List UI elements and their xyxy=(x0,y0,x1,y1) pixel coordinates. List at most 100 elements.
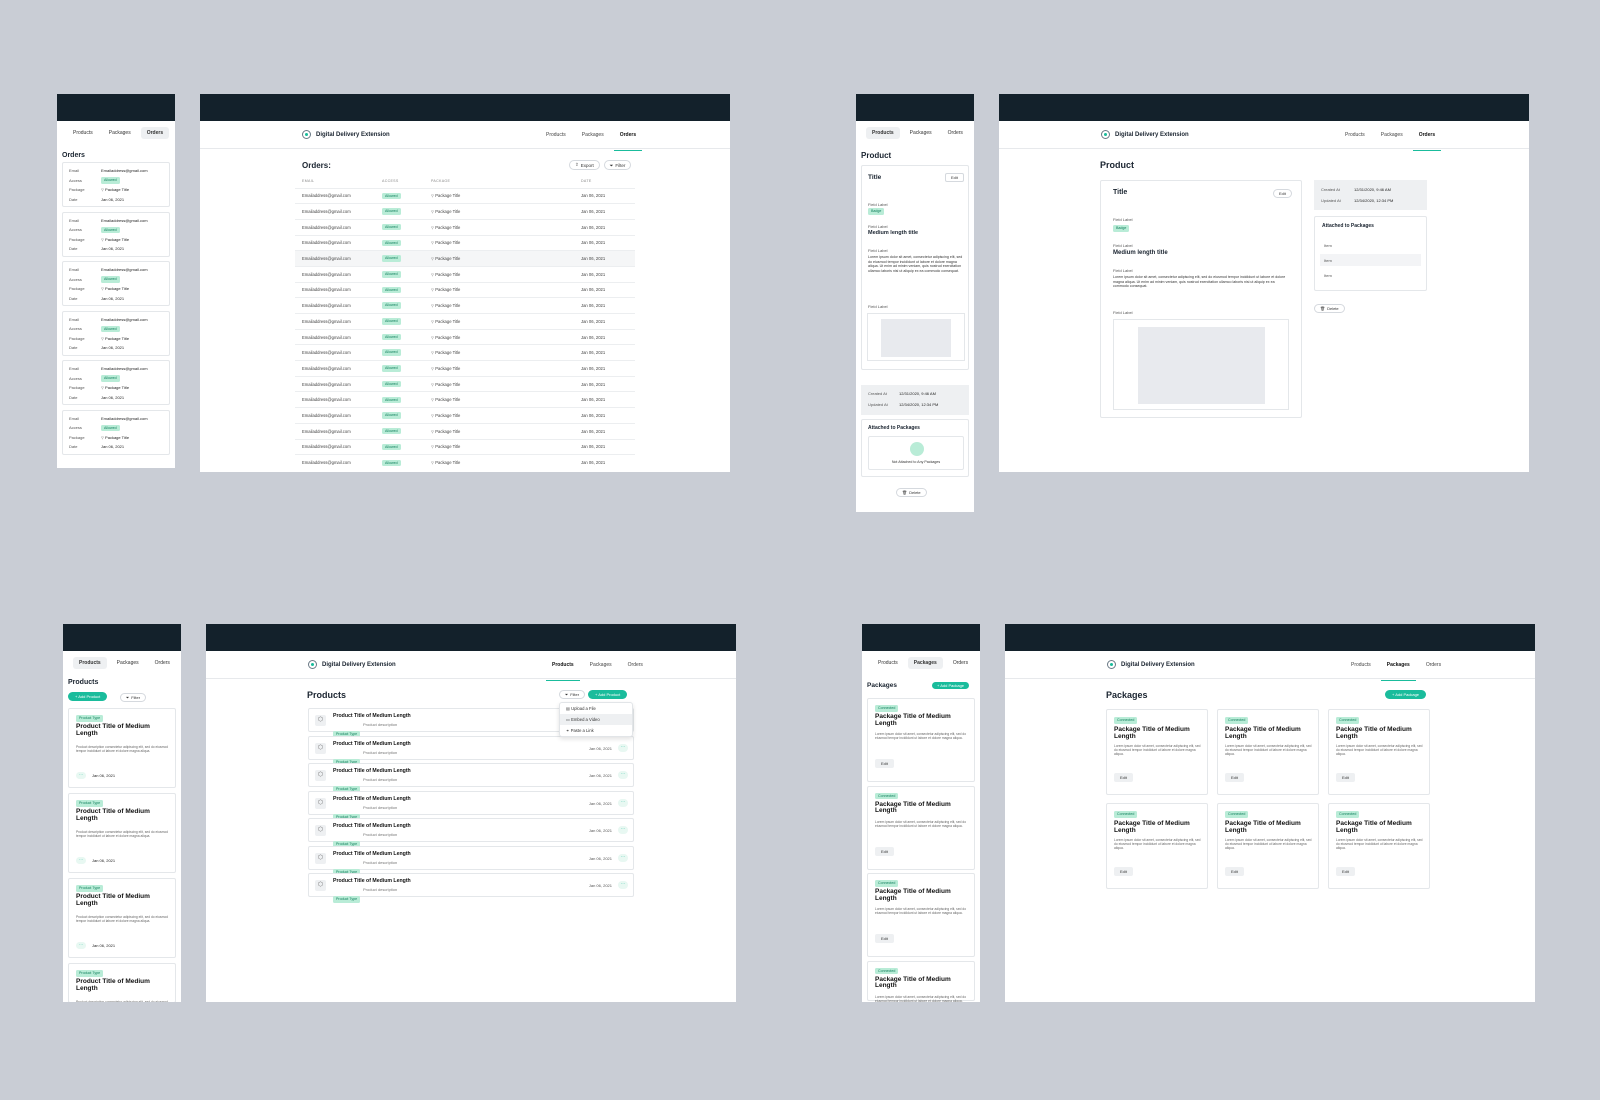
package-card[interactable]: Connected Package Title of Medium Length L… xyxy=(867,785,975,870)
tab-packages[interactable]: Packages xyxy=(103,127,137,139)
table-row[interactable]: Emailaddress@gmail.com Allowed ⚲ Package T… xyxy=(295,422,635,439)
edit-button[interactable]: Edit xyxy=(945,173,964,182)
product-row[interactable]: ⬡ Product Title of Medium Length Product T… xyxy=(308,845,634,875)
table-row[interactable]: Emailaddress@gmail.com Allowed ⚲ Package T… xyxy=(295,438,635,455)
product-card[interactable]: Product Type Product Title of Medium Leng… xyxy=(68,793,176,873)
edit-button[interactable]: Edit xyxy=(875,934,894,943)
package-card[interactable]: Connected Package Title of Medium Length L… xyxy=(1106,709,1208,795)
tab-products[interactable]: Products xyxy=(866,127,900,139)
table-row[interactable]: Emailaddress@gmail.com Allowed ⚲ Package T… xyxy=(295,265,635,283)
order-card[interactable]: Email Emailaddress@gmail.com Access Allowed… xyxy=(62,211,170,257)
add-package-button[interactable]: + Add Package xyxy=(1385,690,1427,699)
tab-products[interactable]: Products xyxy=(1351,662,1371,672)
tab-packages[interactable]: Packages xyxy=(907,657,943,669)
edit-button[interactable]: Edit xyxy=(1273,189,1292,198)
tab-orders[interactable]: Orders xyxy=(149,657,176,669)
edit-button[interactable]: Edit xyxy=(875,846,894,856)
media-preview[interactable] xyxy=(867,313,965,361)
add-package-button[interactable]: + Add Package xyxy=(932,682,970,689)
product-card[interactable]: Product Type Product Title of Medium Leng… xyxy=(68,708,176,788)
tab-packages[interactable]: Packages xyxy=(904,127,938,139)
table-row[interactable]: Emailaddress@gmail.com Allowed ⚲ Package T… xyxy=(295,297,635,314)
table-row[interactable]: Emailaddress@gmail.com Allowed ⚲ Package T… xyxy=(295,203,635,220)
order-card[interactable]: Email Emailaddress@gmail.com Access Allowed… xyxy=(62,409,170,455)
add-product-button[interactable]: + Add Product xyxy=(68,692,108,701)
product-row[interactable]: ⬡ Product Title of Medium Length Product T… xyxy=(308,735,634,765)
package-card[interactable]: Connected Package Title of Medium Length L… xyxy=(1328,803,1430,889)
more-dots-icon[interactable]: ··· xyxy=(618,771,628,779)
product-card[interactable]: Product Type Product Title of Medium Leng… xyxy=(68,963,176,1002)
tab-packages[interactable]: Packages xyxy=(582,132,604,142)
filter-button[interactable]: ⏷ Filter xyxy=(559,690,586,699)
more-dots-icon[interactable]: ··· xyxy=(76,772,86,779)
menu-item-upload[interactable]: ▤ Upload a File xyxy=(560,703,632,714)
edit-button[interactable]: Edit xyxy=(1336,867,1355,876)
package-card[interactable]: Connected Package Title of Medium Length L… xyxy=(867,698,975,782)
product-row[interactable]: ⬡ Product Title of Medium Length Product T… xyxy=(308,873,634,903)
package-card[interactable]: Connected Package Title of Medium Length L… xyxy=(867,960,975,1002)
product-card[interactable]: Product Type Product Title of Medium Leng… xyxy=(68,878,176,958)
table-row[interactable]: Emailaddress@gmail.com Allowed ⚲ Package T… xyxy=(295,360,635,377)
add-product-button[interactable]: + Add Product xyxy=(588,690,628,699)
table-row[interactable]: Emailaddress@gmail.com Allowed ⚲ Package T… xyxy=(295,407,635,424)
more-dots-icon[interactable]: ··· xyxy=(618,853,628,862)
more-dots-icon[interactable]: ··· xyxy=(76,942,86,949)
order-card[interactable]: Email Emailaddress@gmail.com Access Allowed… xyxy=(62,360,170,405)
table-row[interactable]: Emailaddress@gmail.com Allowed ⚲ Package T… xyxy=(295,328,635,345)
tab-products[interactable]: Products xyxy=(1345,132,1365,142)
tab-orders[interactable]: Orders xyxy=(1412,132,1442,151)
product-row[interactable]: ⬡ Product Title of Medium Length Product T… xyxy=(308,790,634,820)
table-row[interactable]: Emailaddress@gmail.com Allowed ⚲ Package T… xyxy=(295,218,635,236)
media-preview[interactable] xyxy=(1113,319,1289,410)
filter-button[interactable]: ⏷ Filter xyxy=(603,160,632,170)
more-dots-icon[interactable]: ··· xyxy=(618,743,628,752)
order-card[interactable]: Email Emailaddress@gmail.com Access Allowed… xyxy=(62,162,170,207)
tab-packages[interactable]: Packages xyxy=(1381,132,1403,142)
filter-button[interactable]: ⏷ Filter xyxy=(120,693,147,702)
tab-products[interactable]: Products xyxy=(872,657,904,669)
attached-item[interactable]: Item xyxy=(1320,269,1421,281)
table-row[interactable]: Emailaddress@gmail.com Allowed ⚲ Package T… xyxy=(295,234,635,251)
tab-products[interactable]: Products xyxy=(546,662,580,681)
tab-packages[interactable]: Packages xyxy=(111,657,145,669)
tab-packages[interactable]: Packages xyxy=(1380,662,1416,681)
tab-orders[interactable]: Orders xyxy=(947,657,974,669)
tab-packages[interactable]: Packages xyxy=(590,662,612,672)
table-row[interactable]: Emailaddress@gmail.com Allowed ⚲ Package T… xyxy=(295,454,635,471)
table-row[interactable]: Emailaddress@gmail.com Allowed ⚲ Package T… xyxy=(295,250,635,267)
table-row[interactable]: Emailaddress@gmail.com Allowed ⚲ Package T… xyxy=(295,187,635,204)
tab-orders[interactable]: Orders xyxy=(628,662,643,672)
tab-orders[interactable]: Orders xyxy=(1426,662,1441,672)
table-row[interactable]: Emailaddress@gmail.com Allowed ⚲ Package T… xyxy=(295,391,635,408)
edit-button[interactable]: Edit xyxy=(1114,867,1133,876)
edit-button[interactable]: Edit xyxy=(875,759,894,768)
more-dots-icon[interactable]: ··· xyxy=(618,826,628,834)
table-row[interactable]: Emailaddress@gmail.com Allowed ⚲ Package T… xyxy=(295,375,635,392)
tab-orders[interactable]: Orders xyxy=(140,127,170,139)
menu-item-link[interactable]: ⚭ Paste a Link xyxy=(560,725,632,736)
product-row[interactable]: ⬡ Product Title of Medium Length Product T… xyxy=(308,763,634,793)
table-row[interactable]: Emailaddress@gmail.com Allowed ⚲ Package T… xyxy=(295,344,635,361)
tab-products[interactable]: Products xyxy=(73,657,107,669)
package-card[interactable]: Connected Package Title of Medium Length L… xyxy=(1217,709,1319,795)
package-card[interactable]: Connected Package Title of Medium Length L… xyxy=(1328,709,1430,795)
tab-products[interactable]: Products xyxy=(546,132,566,142)
edit-button[interactable]: Edit xyxy=(1225,867,1244,876)
table-row[interactable]: Emailaddress@gmail.com Allowed ⚲ Package T… xyxy=(295,313,635,330)
edit-button[interactable]: Edit xyxy=(1336,773,1355,782)
menu-item-embed[interactable]: ▭ Embed a Video xyxy=(560,714,632,725)
delete-button[interactable]: 🗑 Delete xyxy=(896,488,927,497)
more-dots-icon[interactable]: ··· xyxy=(618,798,628,807)
edit-button[interactable]: Edit xyxy=(1114,773,1133,782)
package-card[interactable]: Connected Package Title of Medium Length L… xyxy=(1106,803,1208,889)
edit-button[interactable]: Edit xyxy=(1225,773,1244,782)
more-dots-icon[interactable]: ··· xyxy=(76,857,86,864)
attached-item[interactable]: Item xyxy=(1320,239,1421,251)
tab-orders[interactable]: Orders xyxy=(942,127,969,139)
table-row[interactable]: Emailaddress@gmail.com Allowed ⚲ Package T… xyxy=(295,281,635,298)
tab-orders[interactable]: Orders xyxy=(613,132,643,151)
tab-products[interactable]: Products xyxy=(67,127,99,139)
order-card[interactable]: Email Emailaddress@gmail.com Access Allowed… xyxy=(62,310,170,356)
product-row[interactable]: ⬡ Product Title of Medium Length Product T… xyxy=(308,818,634,848)
order-card[interactable]: Email Emailaddress@gmail.com Access Allowed… xyxy=(62,261,170,306)
